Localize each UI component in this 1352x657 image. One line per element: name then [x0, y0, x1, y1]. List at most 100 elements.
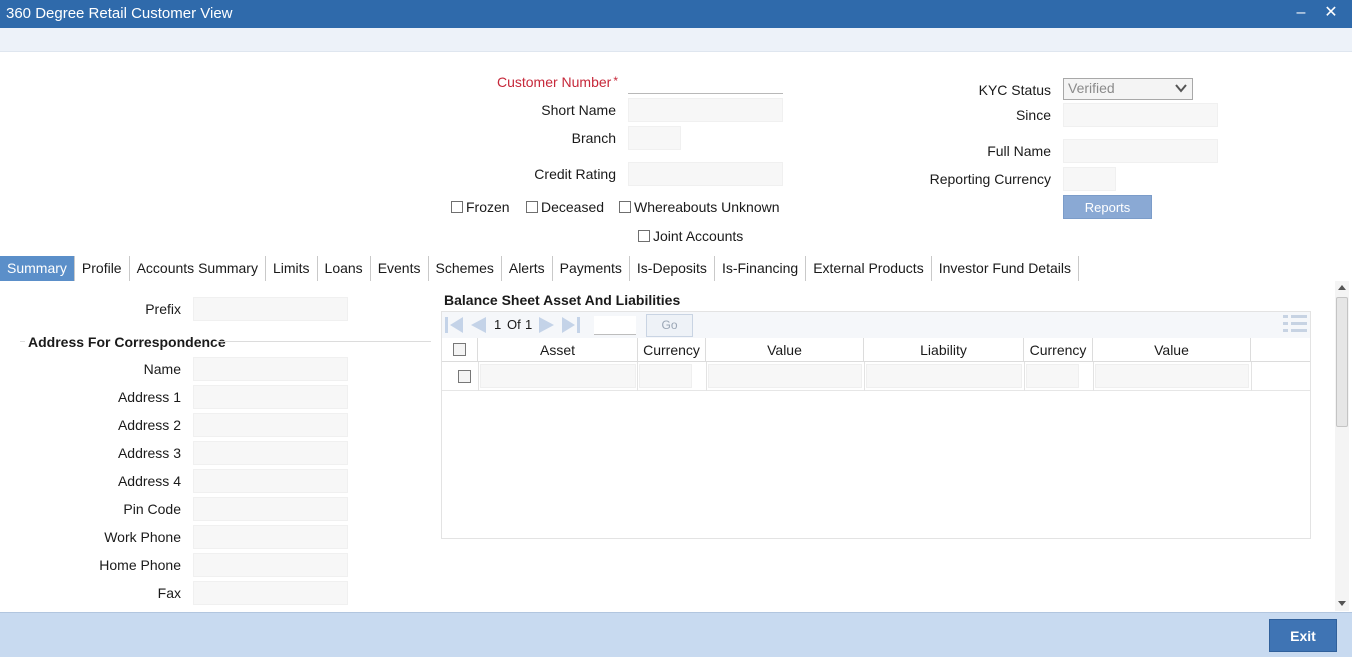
prefix-field — [193, 297, 348, 321]
row-divider — [637, 362, 638, 391]
tab-payments[interactable]: Payments — [553, 256, 630, 281]
customer-number-label-text: Customer Number — [496, 74, 612, 90]
pager-current: 1 — [494, 317, 502, 332]
first-page-icon[interactable] — [443, 315, 465, 335]
liability-cell — [866, 364, 1022, 388]
address-divider-left — [20, 341, 25, 342]
next-page-icon[interactable] — [536, 315, 558, 335]
joint-accounts-checkbox[interactable]: Joint Accounts — [638, 228, 743, 244]
go-button[interactable]: Go — [646, 314, 693, 337]
whereabouts-unknown-label: Whereabouts Unknown — [634, 199, 780, 215]
select-all-cell — [442, 338, 478, 362]
frozen-checkbox[interactable]: Frozen — [451, 199, 510, 215]
row-divider — [1024, 362, 1025, 391]
address1-field — [193, 385, 348, 409]
asset-cell — [480, 364, 636, 388]
fax-label: Fax — [157, 585, 181, 601]
row-divider — [478, 362, 479, 391]
deceased-label: Deceased — [541, 199, 605, 215]
whereabouts-unknown-checkbox[interactable]: Whereabouts Unknown — [619, 199, 780, 215]
reports-button[interactable]: Reports — [1063, 195, 1152, 219]
kyc-status-label: KYC Status — [978, 82, 1051, 98]
address2-field — [193, 413, 348, 437]
col-asset-currency[interactable]: Currency — [638, 338, 706, 362]
whereabouts-unknown-checkbox-box[interactable] — [619, 201, 631, 213]
col-liability[interactable]: Liability — [864, 338, 1024, 362]
liability-currency-cell — [1026, 364, 1079, 388]
tab-limits[interactable]: Limits — [266, 256, 318, 281]
vertical-scrollbar[interactable] — [1335, 281, 1349, 611]
tab-events[interactable]: Events — [371, 256, 429, 281]
scroll-down-icon[interactable] — [1338, 599, 1346, 607]
tab-loans[interactable]: Loans — [318, 256, 371, 281]
short-name-label: Short Name — [541, 102, 616, 118]
branch-label: Branch — [571, 130, 616, 146]
chevron-down-icon — [1175, 84, 1187, 93]
asset-value-cell — [708, 364, 862, 388]
toolbar-strip — [0, 28, 1352, 52]
tab-investor-fund-details[interactable]: Investor Fund Details — [932, 256, 1079, 281]
address4-field — [193, 469, 348, 493]
deceased-checkbox[interactable]: Deceased — [526, 199, 604, 215]
full-name-label: Full Name — [987, 143, 1051, 159]
liability-value-cell — [1095, 364, 1249, 388]
work-phone-field — [193, 525, 348, 549]
pin-code-label: Pin Code — [123, 501, 181, 517]
address-divider-right — [215, 341, 431, 342]
address2-label: Address 2 — [117, 417, 181, 433]
balance-sheet-grid: 1 Of 1 Go Asset Currency Value Liability… — [441, 311, 1311, 539]
grid-view-icon[interactable] — [1282, 313, 1308, 333]
pager-total: 1 — [525, 317, 533, 332]
tab-alerts[interactable]: Alerts — [502, 256, 553, 281]
col-asset[interactable]: Asset — [478, 338, 638, 362]
col-liability-currency[interactable]: Currency — [1024, 338, 1093, 362]
kyc-status-select[interactable]: Verified — [1063, 78, 1193, 100]
address1-label: Address 1 — [117, 389, 181, 405]
full-name-field — [1063, 139, 1218, 163]
kyc-status-value: Verified — [1068, 80, 1115, 96]
grid-pager: 1 Of 1 Go — [442, 312, 1310, 338]
scroll-up-icon[interactable] — [1338, 284, 1346, 292]
row-checkbox[interactable] — [458, 370, 471, 383]
row-divider — [1093, 362, 1094, 391]
minimize-icon[interactable]: – — [1291, 2, 1311, 24]
grid-header-row: Asset Currency Value Liability Currency … — [442, 338, 1310, 362]
tab-accounts-summary[interactable]: Accounts Summary — [130, 256, 266, 281]
address3-field — [193, 441, 348, 465]
address3-label: Address 3 — [117, 445, 181, 461]
fax-field — [193, 581, 348, 605]
required-marker: * — [613, 74, 618, 88]
tab-is-financing[interactable]: Is-Financing — [715, 256, 807, 281]
tab-profile[interactable]: Profile — [75, 256, 130, 281]
asset-currency-cell — [639, 364, 692, 388]
page-number-input[interactable] — [594, 316, 636, 335]
last-page-icon[interactable] — [560, 315, 582, 335]
customer-number-label: Customer Number * — [480, 74, 618, 90]
close-icon[interactable]: ✕ — [1321, 2, 1341, 24]
tab-is-deposits[interactable]: Is-Deposits — [630, 256, 715, 281]
tab-strip: Summary Profile Accounts Summary Limits … — [0, 256, 1079, 281]
col-liability-value[interactable]: Value — [1093, 338, 1251, 362]
pin-code-field — [193, 497, 348, 521]
col-asset-value[interactable]: Value — [706, 338, 864, 362]
prefix-label: Prefix — [145, 301, 181, 317]
joint-accounts-checkbox-box[interactable] — [638, 230, 650, 242]
table-row — [442, 362, 1310, 391]
reporting-currency-label: Reporting Currency — [929, 171, 1051, 187]
frozen-checkbox-box[interactable] — [451, 201, 463, 213]
tab-external-products[interactable]: External Products — [806, 256, 932, 281]
scrollbar-thumb[interactable] — [1336, 297, 1348, 427]
customer-number-input[interactable] — [628, 70, 783, 94]
short-name-field — [628, 98, 783, 122]
tab-schemes[interactable]: Schemes — [429, 256, 502, 281]
row-divider — [706, 362, 707, 391]
branch-field — [628, 126, 681, 150]
deceased-checkbox-box[interactable] — [526, 201, 538, 213]
exit-button[interactable]: Exit — [1269, 619, 1337, 652]
tab-summary[interactable]: Summary — [0, 256, 75, 281]
select-all-checkbox[interactable] — [453, 343, 466, 356]
joint-accounts-label: Joint Accounts — [653, 228, 744, 244]
previous-page-icon[interactable] — [467, 315, 489, 335]
pager-of-label: Of — [507, 317, 521, 332]
frozen-label: Frozen — [466, 199, 510, 215]
